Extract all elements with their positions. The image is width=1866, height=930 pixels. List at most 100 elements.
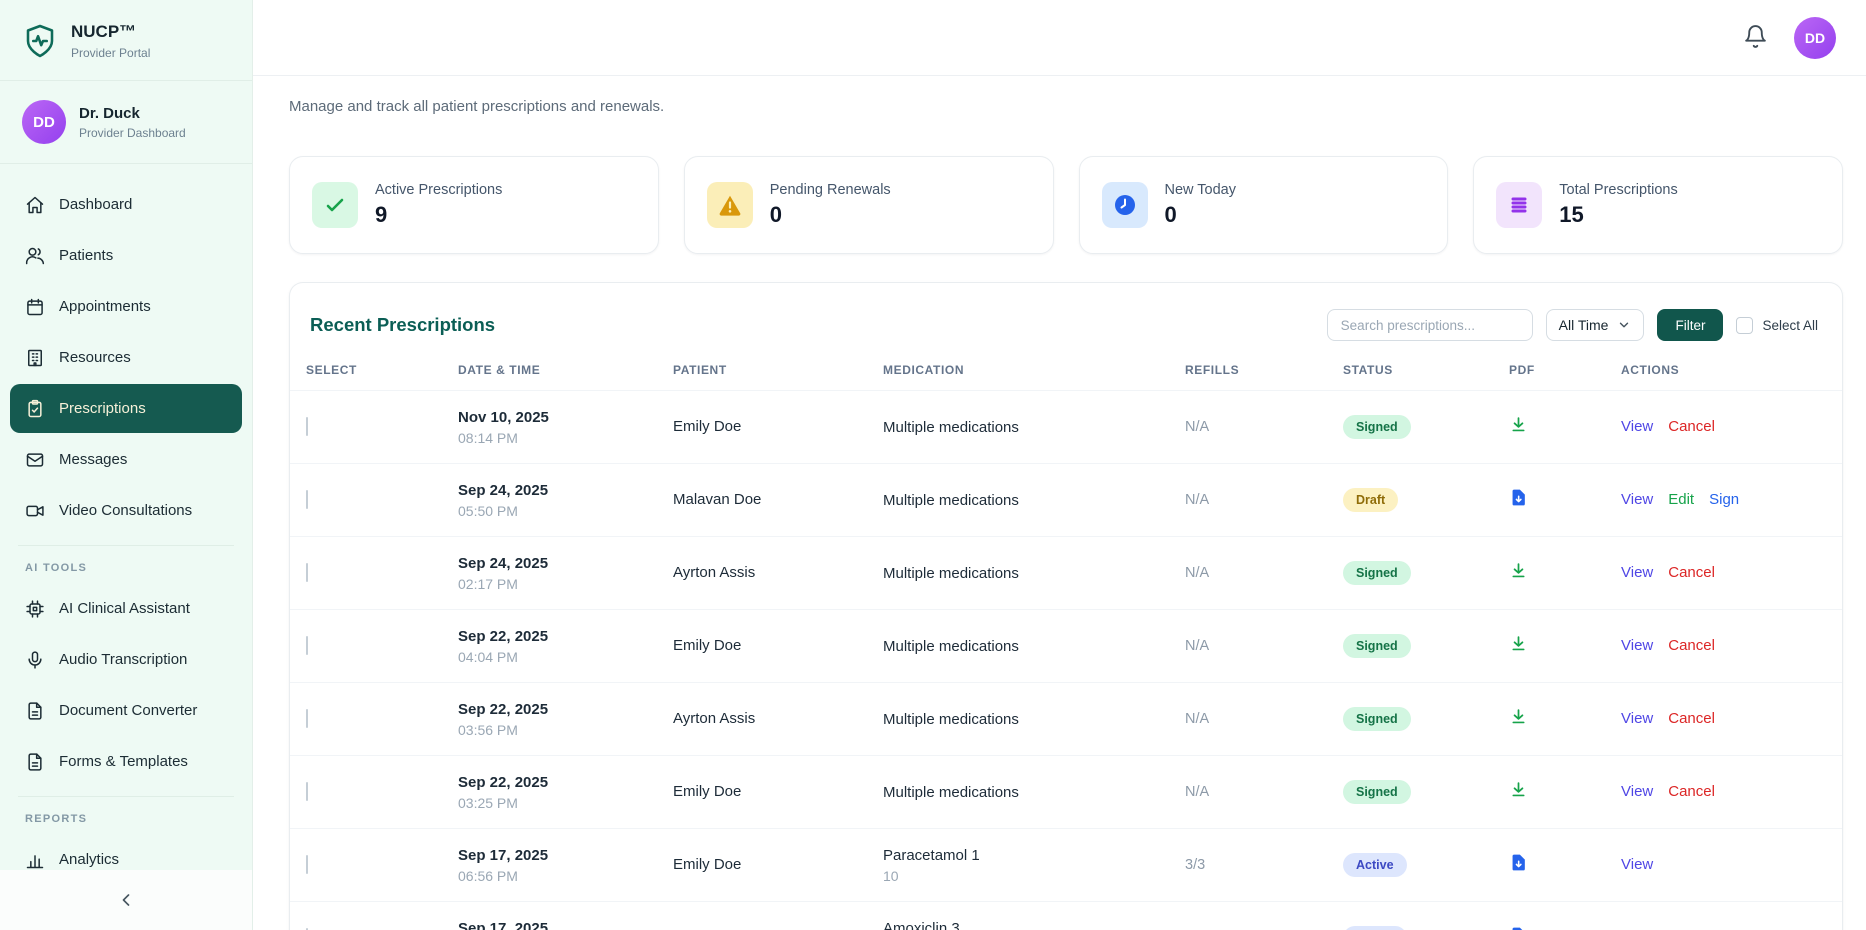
status-badge: Signed [1343, 415, 1411, 439]
sidebar-item-label: Resources [59, 349, 131, 366]
download-icon [1509, 561, 1528, 580]
medication-name: Multiple medications [883, 784, 1161, 801]
patient-name: Emily Doe [673, 418, 741, 435]
pdf-download-button[interactable] [1509, 561, 1528, 580]
file-down-icon [1509, 488, 1528, 507]
refills-value: N/A [1185, 419, 1209, 435]
sidebar-item-label: Appointments [59, 298, 151, 315]
prescription-date: Sep 24, 2025 [458, 482, 649, 499]
medication-name: Amoxiclin 3 [883, 920, 1161, 930]
view-link[interactable]: View [1621, 710, 1653, 727]
sidebar-item-prescriptions[interactable]: Prescriptions [10, 384, 242, 433]
stat-icon-wrap [1496, 182, 1542, 228]
filter-button[interactable]: Filter [1657, 309, 1723, 341]
page-subtitle: Manage and track all patient prescriptio… [289, 98, 1843, 115]
calendar-icon [25, 297, 45, 317]
clock-icon [1113, 193, 1137, 217]
refills-value: N/A [1185, 711, 1209, 727]
card-title: Recent Prescriptions [310, 314, 495, 336]
row-checkbox[interactable] [306, 636, 308, 655]
sidebar-item-appointments[interactable]: Appointments [10, 282, 242, 331]
status-badge: Signed [1343, 780, 1411, 804]
sidebar-item-label: Audio Transcription [59, 651, 187, 668]
app-tagline: Provider Portal [71, 46, 150, 60]
view-link[interactable]: View [1621, 491, 1653, 508]
notifications-button[interactable] [1743, 24, 1768, 52]
cancel-link[interactable]: Cancel [1668, 637, 1715, 654]
edit-link[interactable]: Edit [1668, 491, 1694, 508]
sidebar-item-document-converter[interactable]: Document Converter [10, 686, 242, 735]
sidebar-nav: Dashboard Patients Appointments Resources Pr… [0, 164, 252, 884]
view-link[interactable]: View [1621, 418, 1653, 435]
sidebar: NUCP™ Provider Portal DD Dr. Duck Provid… [0, 0, 253, 930]
sidebar-item-label: Messages [59, 451, 127, 468]
cancel-link[interactable]: Cancel [1668, 783, 1715, 800]
sidebar-item-patients[interactable]: Patients [10, 231, 242, 280]
bell-icon [1743, 24, 1768, 49]
sidebar-item-label: AI Clinical Assistant [59, 600, 190, 617]
select-all-checkbox[interactable] [1736, 317, 1753, 334]
clipboard-check-icon [25, 399, 45, 419]
video-icon [25, 501, 45, 521]
download-icon [1509, 634, 1528, 653]
view-link[interactable]: View [1621, 564, 1653, 581]
sidebar-item-ai-clinical-assistant[interactable]: AI Clinical Assistant [10, 584, 242, 633]
pdf-download-button[interactable] [1509, 634, 1528, 653]
cancel-link[interactable]: Cancel [1668, 418, 1715, 435]
row-checkbox[interactable] [306, 855, 308, 874]
row-checkbox[interactable] [306, 709, 308, 728]
topbar-avatar[interactable]: DD [1794, 17, 1836, 59]
table-row: Sep 17, 202506:56 PMEmily DoeParacetamol… [290, 829, 1842, 902]
patient-name: Ayrton Assis [673, 710, 755, 727]
pdf-download-button[interactable] [1509, 415, 1528, 434]
row-checkbox[interactable] [306, 490, 308, 509]
view-link[interactable]: View [1621, 856, 1653, 873]
prescription-date: Sep 17, 2025 [458, 920, 649, 930]
pdf-download-button[interactable] [1509, 780, 1528, 799]
cancel-link[interactable]: Cancel [1668, 564, 1715, 581]
pdf-download-button[interactable] [1509, 707, 1528, 726]
app-name: NUCP™ [71, 22, 150, 42]
sidebar-section-label-reports: REPORTS [10, 799, 242, 833]
sidebar-item-video-consultations[interactable]: Video Consultations [10, 486, 242, 535]
home-icon [25, 195, 45, 215]
sidebar-item-label: Dashboard [59, 196, 132, 213]
row-checkbox[interactable] [306, 417, 308, 436]
table-row: Sep 24, 202502:17 PMAyrton AssisMultiple… [290, 537, 1842, 610]
sidebar-item-audio-transcription[interactable]: Audio Transcription [10, 635, 242, 684]
status-badge: Active [1343, 853, 1407, 877]
column-header-patient: PATIENT [657, 357, 867, 391]
view-link[interactable]: View [1621, 783, 1653, 800]
row-checkbox[interactable] [306, 563, 308, 582]
column-header-date-time: DATE & TIME [442, 357, 657, 391]
stat-label: Pending Renewals [770, 182, 891, 198]
patient-name: Malavan Doe [673, 491, 761, 508]
sidebar-collapse-button[interactable] [0, 870, 252, 930]
stats-row: Active Prescriptions9Pending Renewals0Ne… [289, 156, 1843, 254]
sidebar-item-dashboard[interactable]: Dashboard [10, 180, 242, 229]
list-icon [1507, 193, 1531, 217]
row-checkbox[interactable] [306, 782, 308, 801]
pdf-file-down-button[interactable] [1509, 488, 1528, 507]
topbar: DD [253, 0, 1866, 76]
sidebar-item-messages[interactable]: Messages [10, 435, 242, 484]
cancel-link[interactable]: Cancel [1668, 710, 1715, 727]
prescription-time: 08:14 PM [458, 430, 649, 446]
select-all-control[interactable]: Select All [1736, 317, 1818, 334]
sign-link[interactable]: Sign [1709, 491, 1739, 508]
medication-detail: 10 [883, 868, 1161, 884]
view-link[interactable]: View [1621, 637, 1653, 654]
search-input[interactable] [1327, 309, 1533, 341]
sidebar-item-label: Document Converter [59, 702, 197, 719]
bar-chart-icon [25, 850, 45, 870]
pdf-file-down-button[interactable] [1509, 926, 1528, 930]
sidebar-item-resources[interactable]: Resources [10, 333, 242, 382]
medication-name: Multiple medications [883, 711, 1161, 728]
stat-card-new-today: New Today0 [1079, 156, 1449, 254]
time-filter-select[interactable]: All Time [1546, 309, 1645, 341]
sidebar-item-forms-templates[interactable]: Forms & Templates [10, 737, 242, 786]
pdf-file-down-button[interactable] [1509, 853, 1528, 872]
table-row: Sep 17, 202506:52 PMEmily DoeAmoxiclin 3… [290, 902, 1842, 930]
status-badge: Active [1343, 926, 1407, 930]
medication-name: Multiple medications [883, 565, 1161, 582]
